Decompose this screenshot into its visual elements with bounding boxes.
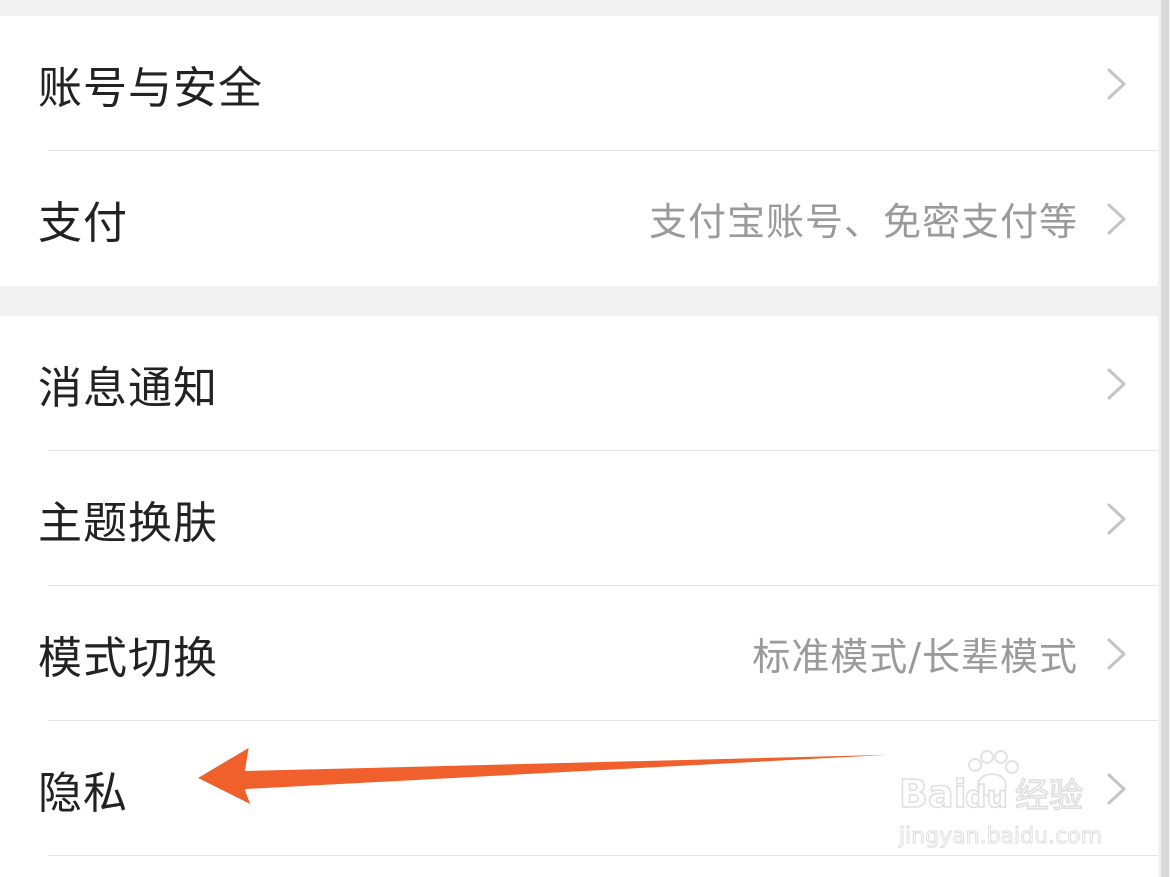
- settings-item-label: 账号与安全: [38, 62, 263, 114]
- settings-item-hint: 支付宝账号、免密支付等: [648, 200, 1078, 244]
- settings-page: 账号与安全 支付 支付宝账号、免密支付等 消息通知 主题换肤 模式切换 标准模式…: [0, 0, 1170, 877]
- chevron-right-icon: [1107, 503, 1126, 534]
- chevron-right-icon: [1107, 638, 1126, 669]
- settings-item-notifications[interactable]: 消息通知: [0, 316, 1158, 451]
- settings-item-mode-switch[interactable]: 模式切换 标准模式/长辈模式: [0, 586, 1158, 721]
- settings-item-label: 支付: [38, 197, 128, 249]
- settings-item-payment[interactable]: 支付 支付宝账号、免密支付等: [0, 151, 1158, 286]
- settings-item-privacy[interactable]: 隐私: [0, 721, 1158, 856]
- settings-item-label: 消息通知: [38, 362, 218, 414]
- settings-item-label: 隐私: [38, 767, 128, 819]
- settings-item-label: 模式切换: [38, 632, 218, 684]
- scrollbar[interactable]: [1161, 0, 1169, 877]
- chevron-right-icon: [1107, 68, 1126, 99]
- chevron-right-icon: [1107, 773, 1126, 804]
- settings-group-account: 账号与安全 支付 支付宝账号、免密支付等: [0, 16, 1158, 286]
- chevron-right-icon: [1107, 368, 1126, 399]
- chevron-right-icon: [1107, 203, 1126, 234]
- divider: [48, 855, 1158, 856]
- settings-item-account-security[interactable]: 账号与安全: [0, 16, 1158, 151]
- settings-item-hint: 标准模式/长辈模式: [752, 635, 1078, 679]
- settings-item-theme[interactable]: 主题换肤: [0, 451, 1158, 586]
- settings-group-general: 消息通知 主题换肤 模式切换 标准模式/长辈模式 隐私: [0, 316, 1158, 877]
- settings-item-label: 主题换肤: [38, 497, 218, 549]
